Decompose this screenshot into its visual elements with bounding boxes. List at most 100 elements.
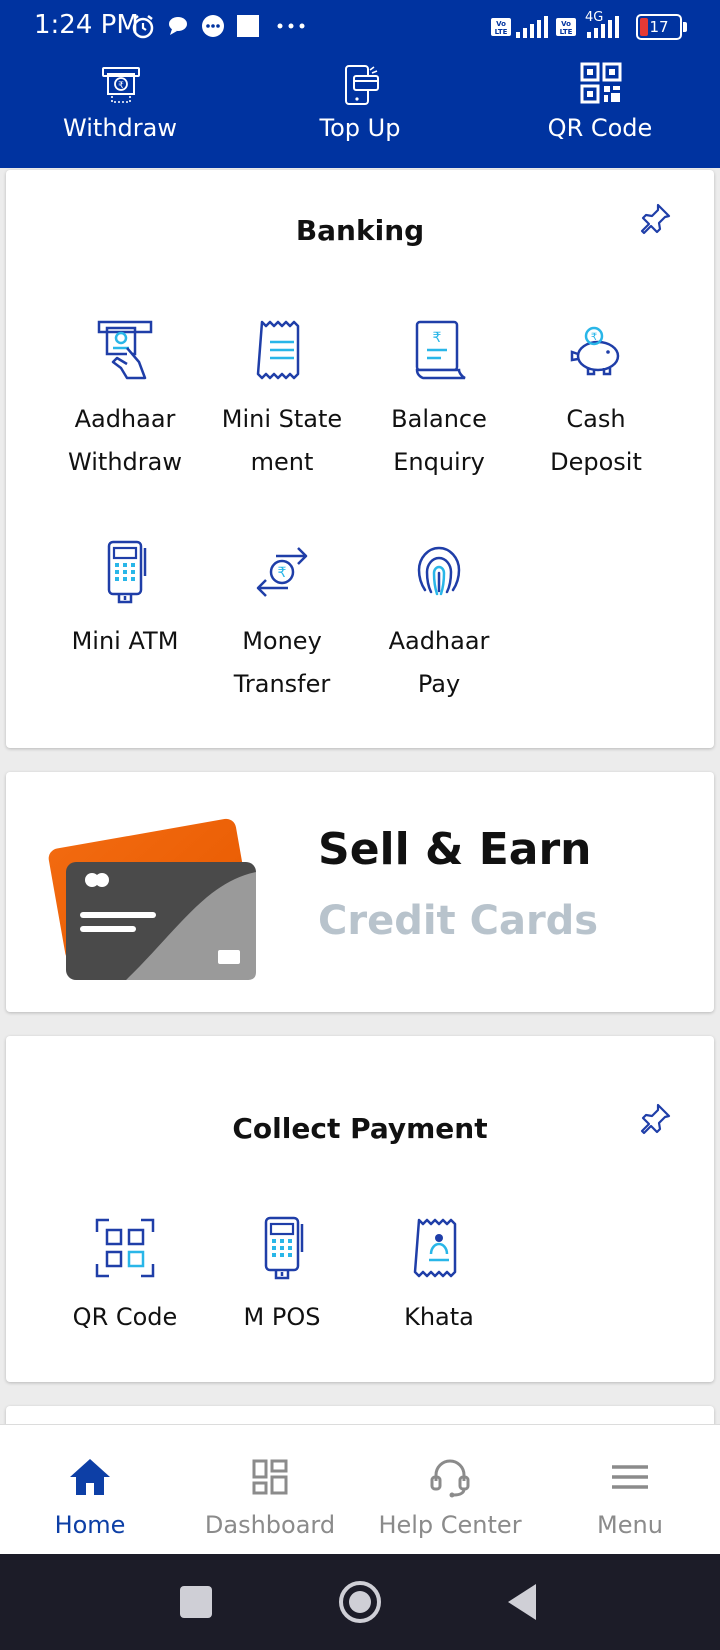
- banking-item-label: Aadhaar Withdraw: [47, 398, 203, 484]
- quick-action-label: Withdraw: [63, 114, 177, 142]
- mini-statement-icon: [250, 318, 314, 382]
- message-icon: [200, 14, 226, 40]
- banking-item-aadhaar-pay[interactable]: Aadhaar Pay: [361, 540, 517, 706]
- label-line-1: Cash: [566, 405, 626, 433]
- bottom-navigation: Home Dashboard Help Center Menu: [0, 1424, 720, 1554]
- banking-item-label: Money Transfer: [204, 620, 360, 706]
- promo-title: Sell & Earn: [318, 824, 592, 875]
- quick-action-qr-code[interactable]: QR Code: [480, 60, 720, 160]
- banking-item-label: Aadhaar Pay: [361, 620, 517, 706]
- svg-text:Vo: Vo: [561, 20, 571, 28]
- banking-title: Banking: [295, 214, 425, 247]
- label-line-2: Withdraw: [68, 448, 182, 476]
- back-button-icon[interactable]: [500, 1578, 548, 1626]
- headset-icon: [428, 1455, 472, 1499]
- quick-action-label: QR Code: [547, 114, 653, 142]
- status-bar: 1:24 PM Vo LTE Vo LTE 4G 17: [0, 0, 720, 56]
- label-line-1: Balance: [391, 405, 487, 433]
- banking-item-cash-deposit[interactable]: ₹ Cash Deposit: [518, 318, 674, 484]
- collect-item-label: QR Code: [72, 1303, 178, 1331]
- pin-icon[interactable]: [638, 202, 672, 236]
- label-line-1: Mini State: [221, 405, 343, 433]
- qr-scan-icon: [93, 1216, 157, 1280]
- banking-item-label: Balance Enquiry: [361, 398, 517, 484]
- khata-icon: [407, 1216, 471, 1280]
- home-button-icon[interactable]: [336, 1578, 384, 1626]
- notification-square-icon: [236, 14, 260, 38]
- chat-bubble-icon: [166, 14, 190, 38]
- label-line-2: Transfer: [233, 670, 331, 698]
- nav-label: Dashboard: [204, 1511, 336, 1539]
- svg-text:₹: ₹: [433, 330, 442, 346]
- quick-action-top-up[interactable]: Top Up: [240, 60, 480, 160]
- collect-payment-title: Collect Payment: [232, 1112, 488, 1145]
- svg-text:Vo: Vo: [496, 20, 506, 28]
- banking-item-label: Cash Deposit: [518, 398, 674, 484]
- collect-item-label: Khata: [404, 1303, 474, 1331]
- system-navigation-bar: [0, 1554, 720, 1650]
- home-icon: [68, 1455, 112, 1499]
- nav-label: Help Center: [378, 1511, 522, 1539]
- nav-home[interactable]: Home: [0, 1425, 180, 1555]
- battery-tip: [683, 22, 687, 32]
- collect-item-label: M POS: [243, 1303, 321, 1331]
- cash-withdraw-icon: ₹: [100, 62, 142, 106]
- quick-action-label: Top Up: [319, 114, 401, 142]
- banking-card: Banking Aadhaar Withdraw Mini State ment…: [6, 170, 714, 748]
- nav-menu[interactable]: Menu: [540, 1425, 720, 1555]
- mpos-icon: [250, 1216, 314, 1280]
- volte-signal-1-icon: Vo LTE: [490, 14, 550, 40]
- promo-banner[interactable]: Sell & Earn Credit Cards: [6, 772, 714, 1012]
- label-line-1: Mini ATM: [71, 627, 179, 655]
- mini-atm-icon: [93, 540, 157, 604]
- battery-percent: 17: [649, 18, 669, 36]
- svg-text:₹: ₹: [278, 565, 287, 581]
- status-time: 1:24 PM: [34, 10, 139, 40]
- recent-apps-icon[interactable]: [172, 1578, 220, 1626]
- phone-topup-icon: [340, 62, 382, 106]
- nav-label: Menu: [597, 1511, 663, 1539]
- app-header: 1:24 PM Vo LTE Vo LTE 4G 17 ₹ Withdraw T…: [0, 0, 720, 168]
- label-line-2: Deposit: [550, 448, 642, 476]
- label-line-2: Pay: [417, 670, 461, 698]
- money-transfer-icon: ₹: [250, 540, 314, 604]
- credit-cards-illustration: [46, 812, 276, 982]
- menu-icon: [608, 1455, 652, 1499]
- svg-text:₹: ₹: [118, 81, 124, 91]
- aadhaar-withdraw-icon: [93, 318, 157, 382]
- label-line-1: Money: [242, 627, 322, 655]
- nav-help-center[interactable]: Help Center: [360, 1425, 540, 1555]
- collect-item-qr-code[interactable]: QR Code: [47, 1216, 203, 1339]
- label-line-2: Enquiry: [393, 448, 485, 476]
- banking-item-mini-atm[interactable]: Mini ATM: [47, 540, 203, 663]
- label-line-1: Aadhaar: [388, 627, 490, 655]
- quick-action-withdraw[interactable]: ₹ Withdraw: [0, 60, 240, 160]
- dashboard-icon: [248, 1455, 292, 1499]
- network-type-label: 4G: [585, 10, 604, 25]
- banking-item-aadhaar-withdraw[interactable]: Aadhaar Withdraw: [47, 318, 203, 484]
- pin-icon[interactable]: [638, 1102, 672, 1136]
- banking-item-label: Mini State ment: [204, 398, 360, 484]
- battery-icon: 17: [636, 14, 687, 40]
- svg-text:₹: ₹: [591, 332, 597, 343]
- label-line-2: ment: [250, 448, 314, 476]
- label-line-1: Aadhaar: [74, 405, 176, 433]
- fingerprint-icon: [407, 540, 471, 604]
- promo-subtitle: Credit Cards: [318, 898, 599, 944]
- collect-item-khata[interactable]: Khata: [361, 1216, 517, 1339]
- more-dots-icon: [276, 22, 306, 30]
- collect-payment-card: Collect Payment QR Code M POS Khata: [6, 1036, 714, 1382]
- nav-dashboard[interactable]: Dashboard: [180, 1425, 360, 1555]
- cash-deposit-icon: ₹: [564, 318, 628, 382]
- banking-item-mini-statement[interactable]: Mini State ment: [204, 318, 360, 484]
- nav-label: Home: [54, 1511, 126, 1539]
- alarm-icon: [130, 14, 156, 40]
- balance-enquiry-icon: ₹: [407, 318, 471, 382]
- banking-item-balance-enquiry[interactable]: ₹ Balance Enquiry: [361, 318, 517, 484]
- qr-code-icon: [580, 62, 622, 106]
- collect-item-m-pos[interactable]: M POS: [204, 1216, 360, 1339]
- svg-text:LTE: LTE: [495, 28, 508, 36]
- svg-text:LTE: LTE: [560, 28, 573, 36]
- banking-item-label: Mini ATM: [47, 620, 203, 663]
- banking-item-money-transfer[interactable]: ₹ Money Transfer: [204, 540, 360, 706]
